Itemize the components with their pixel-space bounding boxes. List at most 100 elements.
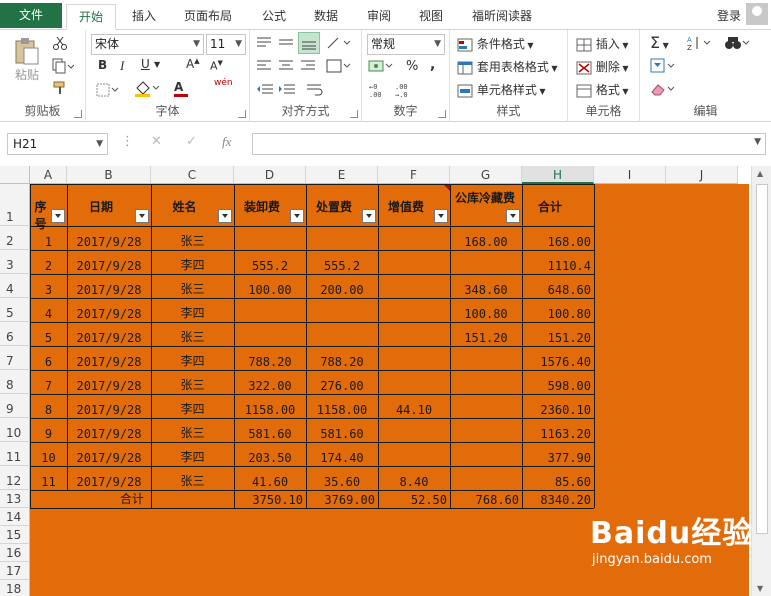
filter-dropdown-icon[interactable] <box>362 209 376 223</box>
comment-indicator-icon[interactable] <box>444 185 450 191</box>
table-cell[interactable]: 1163.20 <box>523 419 593 442</box>
delete-cells-button[interactable]: 删除 ▼ <box>576 58 629 75</box>
table-cell[interactable]: 41.60 <box>235 467 305 490</box>
table-cell[interactable] <box>379 299 449 322</box>
filter-dropdown-icon[interactable] <box>506 209 520 223</box>
tab-data[interactable]: 数据 <box>302 4 350 30</box>
underline-dropdown-icon[interactable]: ▼ <box>154 60 160 69</box>
fill-color-button[interactable] <box>134 80 160 98</box>
total-label-cell[interactable]: 合计 <box>31 491 233 508</box>
underline-button[interactable]: U <box>141 57 150 71</box>
table-cell[interactable]: 2017/9/28 <box>68 227 150 250</box>
table-cell[interactable] <box>451 395 521 418</box>
table-cell[interactable]: 张三 <box>152 275 233 298</box>
fill-button[interactable] <box>650 58 676 74</box>
tab-page-layout[interactable]: 页面布局 <box>172 4 244 30</box>
align-left-icon[interactable] <box>256 59 272 73</box>
format-painter-button[interactable] <box>52 80 68 96</box>
align-center-icon[interactable] <box>278 59 294 73</box>
table-cell[interactable]: 张三 <box>152 371 233 394</box>
decrease-indent-icon[interactable] <box>256 82 274 96</box>
table-cell[interactable] <box>451 443 521 466</box>
increase-indent-icon[interactable] <box>278 82 296 96</box>
table-cell[interactable]: 2017/9/28 <box>68 467 150 490</box>
table-cell[interactable] <box>379 275 449 298</box>
table-cell[interactable] <box>451 467 521 490</box>
table-cell[interactable]: 5 <box>31 323 66 346</box>
table-cell[interactable] <box>379 419 449 442</box>
table-cell[interactable] <box>379 323 449 346</box>
insert-function-button[interactable]: fx <box>222 134 231 150</box>
clear-button[interactable] <box>650 81 676 97</box>
tab-insert[interactable]: 插入 <box>120 4 168 30</box>
sort-filter-button[interactable]: AZ <box>686 35 712 51</box>
total-value-cell[interactable]: 3769.00 <box>307 491 377 508</box>
table-cell[interactable]: 555.2 <box>307 251 377 274</box>
table-cell[interactable]: 555.2 <box>235 251 305 274</box>
table-cell[interactable] <box>235 227 305 250</box>
tab-home[interactable]: 开始 <box>66 4 117 30</box>
font-size-select[interactable]: 11 ▼ <box>206 34 246 55</box>
table-cell[interactable]: 1576.40 <box>523 347 593 370</box>
table-cell[interactable]: 4 <box>31 299 66 322</box>
cut-button[interactable] <box>52 35 68 51</box>
table-cell[interactable]: 张三 <box>152 467 233 490</box>
table-cell[interactable]: 203.50 <box>235 443 305 466</box>
table-cell[interactable]: 788.20 <box>235 347 305 370</box>
header-cell[interactable]: 装卸费 <box>235 198 289 215</box>
table-cell[interactable]: 151.20 <box>523 323 593 346</box>
header-cell[interactable]: 合计 <box>523 198 577 215</box>
table-cell[interactable] <box>451 419 521 442</box>
table-cell[interactable] <box>451 371 521 394</box>
table-cell[interactable]: 348.60 <box>451 275 521 298</box>
table-cell[interactable]: 9 <box>31 419 66 442</box>
table-cell[interactable] <box>451 251 521 274</box>
table-cell[interactable]: 2017/9/28 <box>68 371 150 394</box>
align-middle-icon[interactable] <box>278 36 294 50</box>
total-value-cell[interactable]: 768.60 <box>451 491 521 508</box>
phonetic-button[interactable]: wén <box>214 78 233 88</box>
table-cell[interactable]: 168.00 <box>523 227 593 250</box>
comma-button[interactable]: , <box>430 57 435 73</box>
table-cell[interactable]: 174.40 <box>307 443 377 466</box>
table-cell[interactable]: 李四 <box>152 395 233 418</box>
table-cell[interactable]: 2017/9/28 <box>68 299 150 322</box>
table-cell[interactable]: 100.80 <box>451 299 521 322</box>
orientation-icon[interactable] <box>326 36 352 50</box>
table-cell[interactable]: 3 <box>31 275 66 298</box>
table-cell[interactable]: 1158.00 <box>235 395 305 418</box>
scroll-down-icon[interactable]: ▼ <box>757 584 763 593</box>
tab-file[interactable]: 文件 <box>0 3 62 28</box>
table-cell[interactable]: 8.40 <box>379 467 449 490</box>
filter-dropdown-icon[interactable] <box>434 209 448 223</box>
insert-cells-button[interactable]: 插入 ▼ <box>576 35 629 52</box>
vertical-scrollbar[interactable]: ▲ ▼ <box>751 166 771 596</box>
scrollbar-thumb[interactable] <box>756 184 768 534</box>
header-cell[interactable]: 增值费 <box>379 198 433 215</box>
format-cells-button[interactable]: 格式 ▼ <box>576 81 629 98</box>
scroll-up-icon[interactable]: ▲ <box>757 169 763 178</box>
login-link[interactable]: 登录 <box>717 7 741 24</box>
number-launcher-icon[interactable] <box>438 110 446 118</box>
filter-dropdown-icon[interactable] <box>218 209 232 223</box>
table-cell[interactable] <box>235 299 305 322</box>
tab-foxit-reader[interactable]: 福昕阅读器 <box>460 4 544 30</box>
merge-center-icon[interactable] <box>326 59 352 73</box>
align-bottom-button[interactable] <box>298 32 320 54</box>
cell-styles-button[interactable]: 单元格样式 ▼ <box>457 81 546 98</box>
table-cell[interactable]: 788.20 <box>307 347 377 370</box>
table-cell[interactable]: 100.00 <box>235 275 305 298</box>
enter-icon[interactable]: ✓ <box>186 134 197 149</box>
shrink-font-button[interactable]: A▼ <box>210 59 223 73</box>
paste-button[interactable]: 粘贴 <box>10 36 44 96</box>
accounting-format-icon[interactable] <box>368 58 394 74</box>
table-cell[interactable]: 1158.00 <box>307 395 377 418</box>
table-cell[interactable]: 1110.4 <box>523 251 593 274</box>
formula-input[interactable]: ▼ <box>252 133 766 155</box>
table-cell[interactable]: 2017/9/28 <box>68 347 150 370</box>
table-cell[interactable] <box>379 227 449 250</box>
table-cell[interactable]: 2017/9/28 <box>68 251 150 274</box>
find-select-button[interactable] <box>724 35 750 51</box>
name-box[interactable]: H21 ▼ <box>7 133 108 155</box>
table-cell[interactable] <box>379 443 449 466</box>
